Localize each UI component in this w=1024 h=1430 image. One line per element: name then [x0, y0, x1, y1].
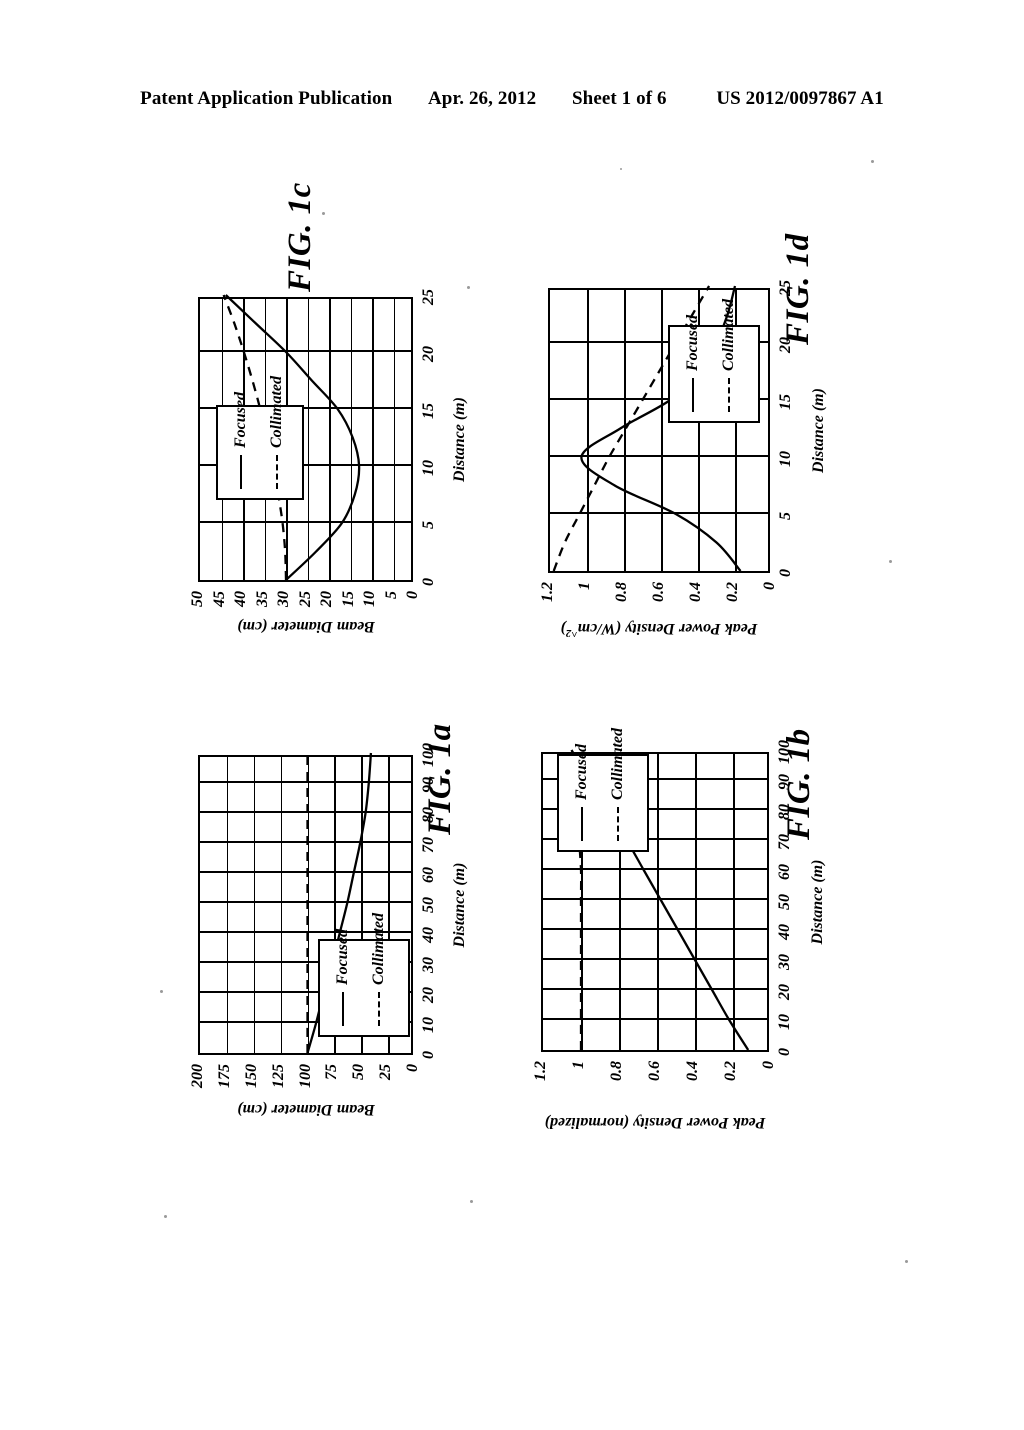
fig1a-x-axis-label: Distance (m): [451, 862, 468, 948]
header-date: Apr. 26, 2012: [427, 88, 537, 109]
fig1c-y-axis-label: Beam Diameter (cm): [236, 618, 375, 635]
x-tick-label: 0: [420, 578, 437, 586]
fig1b-legend: Focused Collimated: [557, 728, 649, 852]
dashed-line-swatch-icon: [378, 992, 380, 1026]
figure-1d: 0 5 10 15 20 25 0 0.2 0.4 0.6 0.8 1 1.2 Distance (m) P…: [539, 233, 827, 645]
fig1c-x-axis-label: Distance (m): [451, 397, 468, 482]
fig1b-y-axis-label: Peak Power Density (normalized): [544, 1114, 766, 1131]
y-tick-label: 0: [404, 1064, 421, 1072]
x-tick-label: 15: [777, 394, 794, 410]
fig1d-y-axis-label: Peak Power Density (W/cm^2): [560, 619, 758, 640]
y-tick-label: 5: [382, 591, 400, 599]
y-tick-label: 0: [404, 591, 421, 599]
y-tick-label: 25: [377, 1064, 395, 1080]
y-tick-label: 45: [210, 591, 228, 607]
x-tick-label: 20: [776, 984, 793, 1000]
fig1b-caption: FIG. 1b: [781, 728, 817, 840]
x-tick-label: 10: [777, 451, 794, 467]
fig1d-legend: Focused Collimated: [668, 299, 760, 423]
legend-item-focused: Focused: [232, 392, 250, 489]
legend-item-collimated: Collimated: [609, 728, 627, 841]
page-header: Patent Application Publication Apr. 26, …: [0, 88, 1024, 110]
x-tick-label: 40: [420, 927, 437, 943]
x-tick-label: 5: [420, 521, 437, 529]
y-tick-label: 200: [189, 1064, 206, 1088]
x-tick-label: 40: [776, 924, 793, 940]
figure-1a: 0 10 20 30 40 50 60 70 80 90 100 0 25 50 75 100 125 150 17…: [189, 723, 468, 1125]
fig1c-caption: FIG. 1c: [282, 182, 318, 292]
x-tick-label: 20: [420, 987, 437, 1003]
x-tick-label: 70: [420, 837, 437, 853]
legend-item-collimated: Collimated: [720, 299, 738, 412]
y-tick-label: 50: [189, 591, 206, 607]
scan-speck: [467, 286, 470, 289]
legend-item-collimated: Collimated: [268, 376, 286, 489]
scan-speck: [871, 160, 874, 163]
dashed-line-swatch-icon: [728, 378, 730, 412]
legend-item-focused: Focused: [334, 929, 352, 1026]
x-tick-label: 10: [776, 1014, 793, 1030]
dashed-line-swatch-icon: [617, 807, 619, 841]
header-publication-number: US 2012/0097867 A1: [716, 88, 884, 109]
fig1d-x-axis-label: Distance (m): [810, 388, 827, 473]
legend-item-focused: Focused: [684, 315, 702, 412]
scan-speck: [322, 212, 325, 215]
solid-line-swatch-icon: [691, 378, 695, 412]
x-tick-label: 50: [420, 897, 437, 913]
legend-item-collimated: Collimated: [370, 913, 388, 1026]
x-tick-label: 5: [777, 512, 794, 520]
x-tick-label: 50: [776, 894, 793, 910]
figure-1b-block: 0 10 20 30 40 50 60 70 80 90 100 0 0.2 0.4 0.6 0.8 1 1.2 D…: [532, 728, 938, 1430]
scan-speck: [160, 990, 163, 993]
x-tick-label: 0: [777, 569, 794, 577]
x-tick-label: 10: [420, 1017, 437, 1033]
legend-label: Focused: [232, 392, 249, 448]
scan-speck: [889, 560, 892, 563]
solid-line-swatch-icon: [239, 455, 243, 489]
scan-speck: [470, 1200, 473, 1203]
x-tick-label: 15: [420, 403, 437, 419]
legend-item-focused: Focused: [573, 744, 591, 841]
y-tick-label: 1.2: [539, 582, 556, 602]
legend-label: Collimated: [268, 376, 285, 448]
fig1d-caption: FIG. 1d: [780, 233, 816, 345]
figure-1c: 0 5 10 15 20 25 0 5 10 15 20 25 30 35 40 45 50 Distance (…: [189, 182, 468, 640]
legend-label: Focused: [573, 744, 590, 800]
solid-line-swatch-icon: [341, 992, 345, 1026]
x-tick-label: 60: [776, 864, 793, 880]
legend-label: Focused: [684, 315, 701, 371]
y-tick-label: 175: [215, 1064, 233, 1088]
x-tick-label: 20: [420, 346, 437, 362]
scan-speck: [164, 1215, 167, 1218]
legend-label: Focused: [334, 929, 351, 985]
x-tick-label: 60: [420, 867, 437, 883]
scan-speck: [620, 168, 622, 170]
legend-label: Collimated: [370, 913, 387, 985]
fig1a-legend: Focused Collimated: [318, 913, 410, 1037]
x-tick-label: 30: [776, 954, 793, 970]
x-tick-label: 10: [420, 460, 437, 476]
x-tick-label: 0: [776, 1048, 793, 1056]
fig1a-caption: FIG. 1a: [422, 723, 458, 835]
fig1b-x-axis-label: Distance (m): [809, 859, 826, 945]
figure-1a-block: 0 10 20 30 40 50 60 70 80 90 100 0 25 50 75 100 125 150 17…: [189, 723, 585, 1390]
header-publication-label: Patent Application Publication: [140, 88, 393, 109]
fig1c-legend: Focused Collimated: [216, 376, 304, 500]
legend-label: Collimated: [720, 299, 737, 371]
header-sheet: Sheet 1 of 6: [571, 88, 667, 109]
x-tick-label: 25: [420, 289, 437, 305]
legend-label: Collimated: [609, 728, 626, 800]
x-tick-label: 0: [420, 1051, 437, 1059]
dashed-line-swatch-icon: [276, 455, 278, 489]
x-tick-label: 30: [420, 957, 437, 973]
figure-1b: 0 10 20 30 40 50 60 70 80 90 100 0 0.2 0.4 0.6 0.8 1 1.2 D…: [532, 728, 826, 1140]
solid-line-swatch-icon: [580, 807, 584, 841]
fig1a-y-axis-label: Beam Diameter (cm): [236, 1101, 375, 1118]
y-tick-label: 0: [761, 582, 778, 590]
scan-speck: [905, 1260, 908, 1263]
